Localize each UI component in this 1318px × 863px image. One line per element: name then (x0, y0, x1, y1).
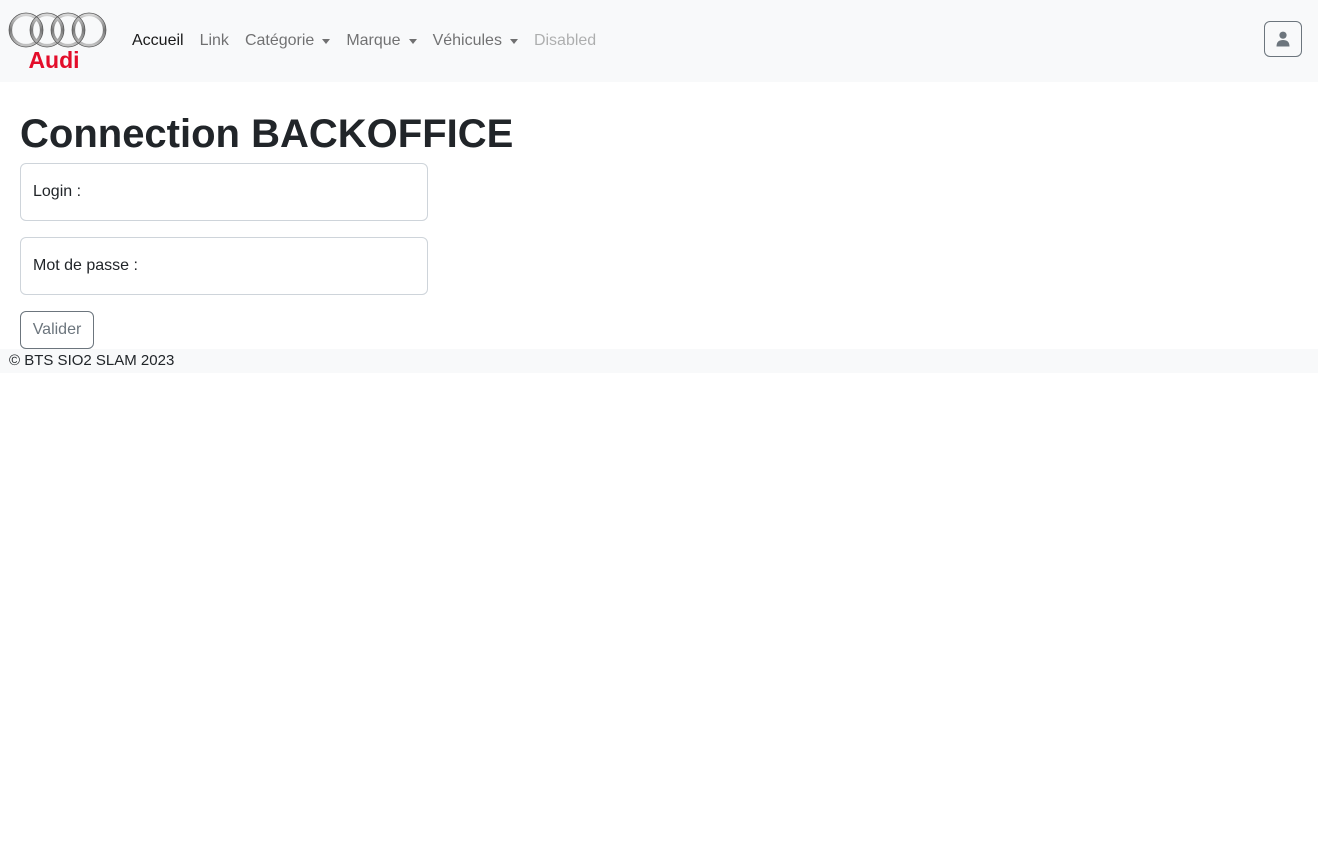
nav-item-disabled: Disabled (526, 32, 604, 50)
footer-copyright: © BTS SIO2 SLAM 2023 (9, 352, 175, 369)
rings-icon (8, 12, 107, 48)
nav-dropdown-categorie[interactable]: Catégorie (237, 32, 338, 50)
nav-item-label: Catégorie (244, 32, 315, 49)
nav-item-link[interactable]: Link (192, 32, 237, 50)
nav-item-label: Link (199, 32, 229, 49)
nav-item-label: Disabled (533, 32, 597, 49)
nav-item-label: Marque (346, 32, 401, 49)
caret-down-icon (509, 38, 518, 44)
page-title: Connection BACKOFFICE (20, 112, 514, 156)
nav-dropdown-vehicules[interactable]: Véhicules (425, 32, 526, 50)
nav-item-accueil[interactable]: Accueil (124, 32, 192, 50)
user-account-button[interactable] (1264, 21, 1302, 57)
audi-logo[interactable]: Audi (8, 10, 108, 73)
login-field[interactable]: Login : (20, 163, 428, 221)
login-label: Login : (33, 183, 82, 200)
nav-menu: Accueil Link Catégorie Marque Véhicules … (124, 0, 604, 82)
navbar: Audi Accueil Link Catégorie Marque Véhic… (0, 0, 1318, 82)
caret-down-icon (322, 38, 331, 44)
password-label: Mot de passe : (33, 257, 138, 274)
footer: © BTS SIO2 SLAM 2023 (0, 349, 1318, 373)
submit-button[interactable]: Valider (20, 311, 94, 349)
password-field[interactable]: Mot de passe : (20, 237, 428, 295)
caret-down-icon (408, 38, 417, 44)
logo-wordmark: Audi (28, 47, 79, 72)
nav-item-label: Accueil (132, 32, 184, 49)
nav-dropdown-marque[interactable]: Marque (338, 32, 424, 50)
person-icon (1276, 31, 1290, 47)
nav-item-label: Véhicules (432, 32, 502, 49)
